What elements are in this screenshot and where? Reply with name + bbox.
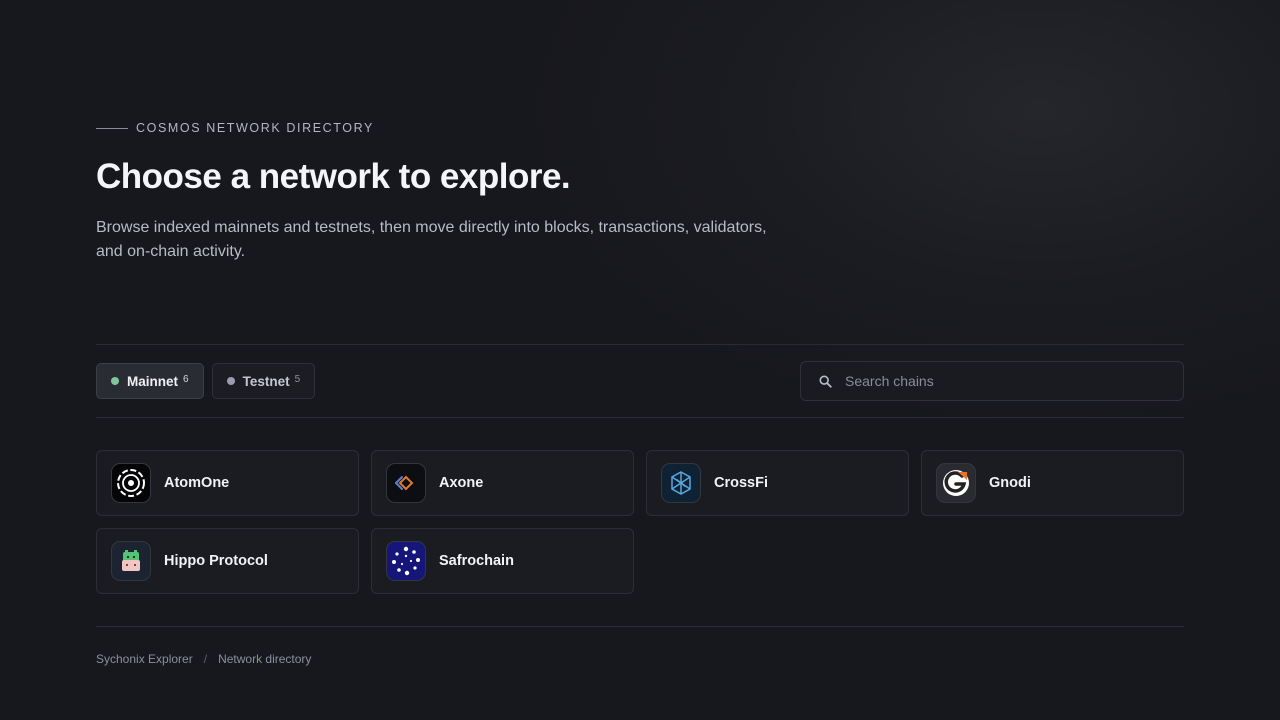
chain-name: Gnodi [989, 475, 1031, 491]
breadcrumb-current: Network directory [218, 652, 312, 666]
eyebrow-text: COSMOS NETWORK DIRECTORY [136, 121, 374, 135]
eyebrow-line [96, 127, 128, 129]
tab-mainnet[interactable]: Mainnet 6 [96, 363, 204, 399]
chain-name: Safrochain [439, 553, 514, 569]
divider-middle [96, 417, 1184, 418]
breadcrumb-home-link[interactable]: Sychonix Explorer [96, 652, 193, 666]
chain-card-crossfi[interactable]: CrossFi [646, 450, 909, 516]
page-content: COSMOS NETWORK DIRECTORY Choose a networ… [96, 0, 1184, 720]
search-box[interactable] [800, 361, 1184, 401]
page-title: Choose a network to explore. [96, 157, 571, 196]
testnet-status-dot [226, 377, 235, 385]
tab-testnet-count: 5 [294, 373, 301, 385]
crossfi-logo-icon [661, 463, 701, 503]
chain-card-axone[interactable]: Axone [371, 450, 634, 516]
gnodi-logo-icon [936, 463, 976, 503]
tab-testnet-label: Testnet [242, 373, 290, 389]
chain-name: CrossFi [714, 475, 768, 491]
chain-card-atomone[interactable]: AtomOne [96, 450, 359, 516]
tab-mainnet-label: Mainnet [127, 373, 179, 389]
network-tabs: Mainnet 6 Testnet 5 [96, 363, 316, 399]
search-icon [817, 373, 833, 389]
tab-testnet[interactable]: Testnet 5 [211, 363, 316, 399]
chain-grid: AtomOne Axone CrossFi Gnodi Hippo Protoc… [96, 450, 1184, 594]
page-description: Browse indexed mainnets and testnets, th… [96, 219, 767, 260]
chain-name: Axone [439, 475, 484, 491]
tab-mainnet-count: 6 [183, 373, 189, 385]
hippo-logo-icon [111, 541, 151, 581]
axone-logo-icon [386, 463, 426, 503]
chain-card-safrochain[interactable]: Safrochain [371, 528, 634, 594]
chain-name: AtomOne [164, 475, 230, 491]
eyebrow: COSMOS NETWORK DIRECTORY [96, 121, 374, 135]
divider-top [96, 344, 1184, 345]
divider-bottom [96, 626, 1184, 627]
atomone-logo-icon [111, 463, 151, 503]
breadcrumb-separator: / [203, 652, 208, 666]
chain-card-gnodi[interactable]: Gnodi [921, 450, 1184, 516]
safrochain-logo-icon [386, 541, 426, 581]
chain-name: Hippo Protocol [164, 553, 268, 569]
mainnet-status-dot [111, 377, 119, 385]
search-input[interactable] [845, 373, 1183, 389]
breadcrumb: Sychonix Explorer / Network directory [96, 652, 311, 666]
chain-card-hippo-protocol[interactable]: Hippo Protocol [96, 528, 359, 594]
